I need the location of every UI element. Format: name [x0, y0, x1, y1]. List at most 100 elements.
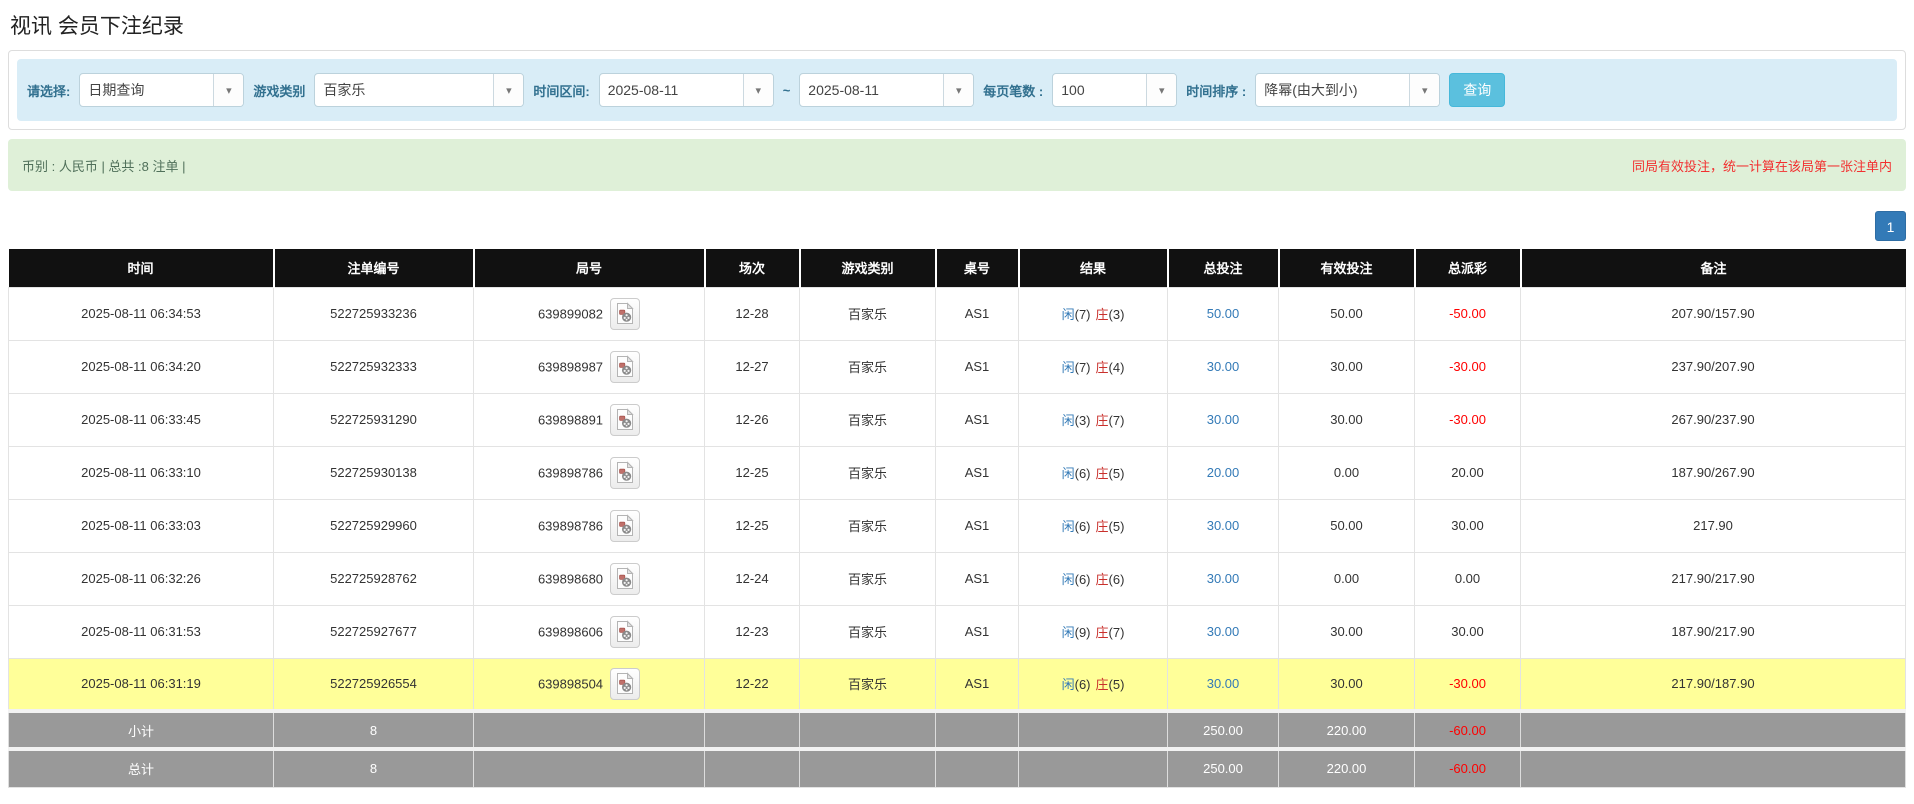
summary-empty-cell	[474, 749, 705, 787]
total-bet-link[interactable]: 30.00	[1207, 359, 1240, 374]
search-button[interactable]: 查询	[1449, 73, 1505, 107]
video-replay-button[interactable]	[610, 510, 640, 542]
total-bet-cell: 30.00	[1168, 658, 1279, 711]
banker-result: 庄	[1096, 572, 1109, 587]
banker-result-number: (5)	[1109, 519, 1125, 534]
game-type-caret-button[interactable]: ▾	[493, 74, 523, 106]
video-replay-button[interactable]	[610, 457, 640, 489]
page-1-button[interactable]: 1	[1875, 211, 1906, 241]
query-type-input[interactable]	[80, 74, 213, 106]
bet-no-cell: 522725930138	[274, 446, 474, 499]
query-type-label: 请选择:	[27, 81, 70, 100]
remark-cell: 267.90/237.90	[1521, 393, 1906, 446]
pagination: 1	[8, 211, 1906, 241]
round-no-cell: 639898680	[474, 552, 705, 605]
video-replay-button[interactable]	[610, 298, 640, 330]
result-cell: 闲(6)庄(5)	[1019, 658, 1168, 711]
video-replay-button[interactable]	[610, 616, 640, 648]
page-size-label: 每页笔数 :	[983, 81, 1043, 100]
page-size-caret-button[interactable]: ▾	[1146, 74, 1176, 106]
date-to-caret-button[interactable]: ▾	[943, 74, 973, 106]
total-bet-link[interactable]: 50.00	[1207, 306, 1240, 321]
remark-cell: 237.90/207.90	[1521, 340, 1906, 393]
game-type-input[interactable]	[315, 74, 493, 106]
valid-bet-cell: 50.00	[1279, 499, 1415, 552]
banker-result: 庄	[1096, 307, 1109, 322]
game-type-cell: 百家乐	[800, 605, 936, 658]
page-size-select: ▾	[1052, 73, 1177, 107]
sort-order-caret-button[interactable]: ▾	[1409, 74, 1439, 106]
total-bet-cell: 30.00	[1168, 605, 1279, 658]
summary-count-cell: 8	[274, 749, 474, 787]
banker-result-number: (3)	[1109, 307, 1125, 322]
subtotal-row: 小计8250.00220.00-60.00	[9, 711, 1906, 749]
bet-no-cell: 522725926554	[274, 658, 474, 711]
player-result-number: (6)	[1075, 572, 1091, 587]
sort-order-input[interactable]	[1256, 74, 1409, 106]
total-bet-link[interactable]: 30.00	[1207, 412, 1240, 427]
caret-down-icon: ▾	[226, 84, 232, 97]
bet-no-cell: 522725932333	[274, 340, 474, 393]
payout-cell: 30.00	[1415, 605, 1521, 658]
total-bet-link[interactable]: 30.00	[1207, 571, 1240, 586]
total-bet-cell: 20.00	[1168, 446, 1279, 499]
time-cell: 2025-08-11 06:31:53	[9, 605, 274, 658]
banker-result: 庄	[1096, 677, 1109, 692]
summary-empty-cell	[1019, 711, 1168, 749]
column-header-9: 总派彩	[1415, 249, 1521, 287]
video-replay-button[interactable]	[610, 668, 640, 700]
game-type-cell: 百家乐	[800, 393, 936, 446]
total-bet-link[interactable]: 30.00	[1207, 624, 1240, 639]
video-replay-button[interactable]	[610, 563, 640, 595]
player-result-number: (6)	[1075, 677, 1091, 692]
date-to-input[interactable]	[800, 74, 943, 106]
video-icon	[615, 408, 635, 431]
date-from-input[interactable]	[600, 74, 743, 106]
player-result: 闲	[1062, 360, 1075, 375]
summary-empty-cell	[800, 711, 936, 749]
round-no-cell: 639898786	[474, 446, 705, 499]
result-cell: 闲(6)庄(6)	[1019, 552, 1168, 605]
summary-empty-cell	[1019, 749, 1168, 787]
video-replay-button[interactable]	[610, 404, 640, 436]
total-bet-link[interactable]: 30.00	[1207, 676, 1240, 691]
payout-cell: 0.00	[1415, 552, 1521, 605]
game-type-cell: 百家乐	[800, 340, 936, 393]
video-icon	[615, 514, 635, 537]
time-cell: 2025-08-11 06:32:26	[9, 552, 274, 605]
table-row: 2025-08-11 06:32:26522725928762639898680…	[9, 552, 1906, 605]
session-cell: 12-25	[705, 446, 800, 499]
valid-bet-cell: 30.00	[1279, 393, 1415, 446]
table-row: 2025-08-11 06:31:53522725927677639898606…	[9, 605, 1906, 658]
filter-bar: 请选择: ▾ 游戏类别 ▾ 时间区间: ▾ ~ ▾ 每页笔数 :	[17, 59, 1897, 121]
page-size-input[interactable]	[1053, 74, 1146, 106]
page-title: 视讯 会员下注纪录	[10, 10, 1906, 40]
round-no: 639898987	[538, 359, 603, 374]
valid-bet-cell: 30.00	[1279, 658, 1415, 711]
summary-total-bet-cell: 250.00	[1168, 711, 1279, 749]
video-replay-button[interactable]	[610, 351, 640, 383]
summary-label-cell: 总计	[9, 749, 274, 787]
total-bet-link[interactable]: 20.00	[1207, 465, 1240, 480]
game-type-cell: 百家乐	[800, 658, 936, 711]
payout-cell: 30.00	[1415, 499, 1521, 552]
round-no: 639898504	[538, 676, 603, 691]
date-from-caret-button[interactable]: ▾	[743, 74, 773, 106]
player-result: 闲	[1062, 413, 1075, 428]
game-type-cell: 百家乐	[800, 446, 936, 499]
sort-order-select: ▾	[1255, 73, 1440, 107]
summary-empty-cell	[474, 711, 705, 749]
remark-cell: 217.90/217.90	[1521, 552, 1906, 605]
summary-empty-cell	[1521, 711, 1906, 749]
player-result: 闲	[1062, 572, 1075, 587]
total-bet-link[interactable]: 30.00	[1207, 518, 1240, 533]
bet-no-cell: 522725931290	[274, 393, 474, 446]
summary-total-bet-cell: 250.00	[1168, 749, 1279, 787]
query-type-caret-button[interactable]: ▾	[213, 74, 243, 106]
session-cell: 12-24	[705, 552, 800, 605]
banker-result: 庄	[1096, 519, 1109, 534]
summary-empty-cell	[800, 749, 936, 787]
range-separator: ~	[783, 83, 791, 98]
round-no-cell: 639899082	[474, 287, 705, 340]
player-result: 闲	[1062, 466, 1075, 481]
